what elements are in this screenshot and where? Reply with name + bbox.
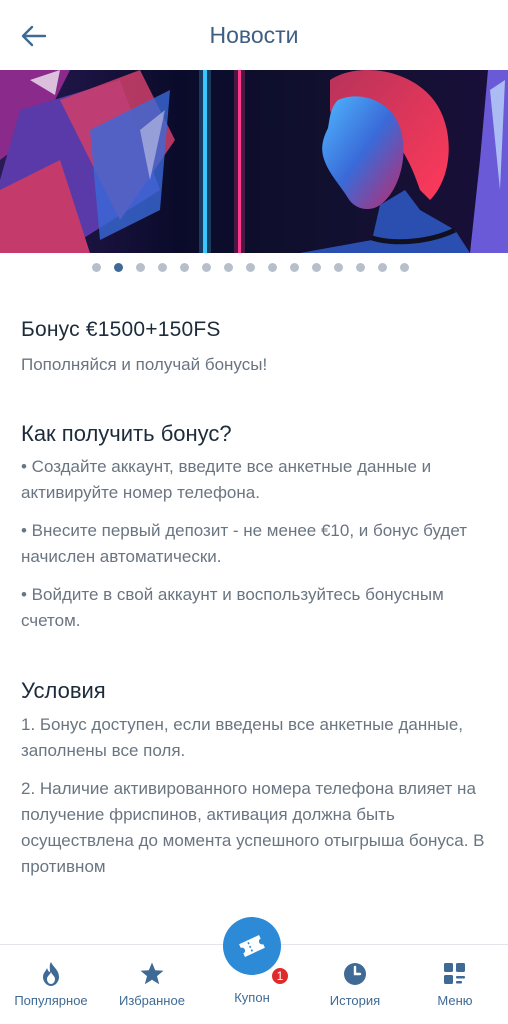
menu-grid-icon [444, 963, 465, 984]
how-to-item: • Войдите в свой аккаунт и воспользуйтес… [21, 585, 444, 630]
page-title: Новости [209, 22, 299, 48]
star-icon [140, 962, 164, 985]
promo-subtitle: Пополняйся и получай бонусы! [21, 355, 268, 374]
coupon-button[interactable] [223, 917, 281, 975]
carousel-dot[interactable] [355, 263, 365, 272]
how-to-list: • Создайте аккаунт, введите все анкетные… [21, 454, 491, 634]
carousel-dot[interactable] [157, 263, 167, 272]
condition-item: 2. Наличие активированного номера телефо… [21, 779, 485, 876]
how-to-item: • Внесите первый депозит - не менее €10,… [21, 521, 468, 566]
carousel-dot[interactable] [201, 263, 211, 272]
nav-history[interactable]: История [305, 945, 405, 1024]
nav-label: Популярное [14, 993, 88, 1008]
nav-label: Меню [437, 993, 473, 1008]
carousel-dot[interactable] [267, 263, 277, 272]
nav-label: История [329, 993, 381, 1008]
nav-label: Избранное [119, 993, 185, 1008]
promo-title: Бонус €1500+150FS [21, 318, 221, 341]
coupon-count-badge: 1 [270, 966, 290, 986]
conditions-title: Условия [21, 678, 106, 703]
how-to-title: Как получить бонус? [21, 421, 232, 446]
carousel-dot[interactable] [377, 263, 387, 272]
carousel-indicator [0, 263, 508, 275]
carousel-dot[interactable] [333, 263, 343, 272]
news-content: Бонус €1500+150FS Пополняйся и получай б… [21, 318, 491, 880]
app-header: Новости [0, 0, 508, 70]
nav-popular[interactable]: Популярное [1, 945, 101, 1024]
nav-favorites[interactable]: Избранное [102, 945, 202, 1024]
carousel-dot[interactable] [289, 263, 299, 272]
promo-banner-image[interactable] [0, 70, 508, 253]
nav-menu[interactable]: Меню [405, 945, 505, 1024]
how-to-item: • Создайте аккаунт, введите все анкетные… [21, 457, 432, 502]
carousel-dot[interactable] [91, 263, 101, 272]
ticket-icon [239, 935, 265, 957]
coupon-label[interactable]: Купон [210, 990, 294, 1005]
carousel-dot[interactable] [223, 263, 233, 272]
carousel-dot[interactable] [245, 263, 255, 272]
carousel-dot[interactable] [179, 263, 189, 272]
conditions-list: 1. Бонус доступен, если введены все анке… [21, 712, 491, 880]
flame-icon [43, 962, 59, 986]
carousel-dot[interactable] [399, 263, 409, 272]
clock-icon [344, 963, 366, 985]
carousel-dot[interactable] [113, 263, 123, 272]
condition-item: 1. Бонус доступен, если введены все анке… [21, 715, 464, 760]
carousel-dot[interactable] [135, 263, 145, 272]
carousel-dot[interactable] [311, 263, 321, 272]
